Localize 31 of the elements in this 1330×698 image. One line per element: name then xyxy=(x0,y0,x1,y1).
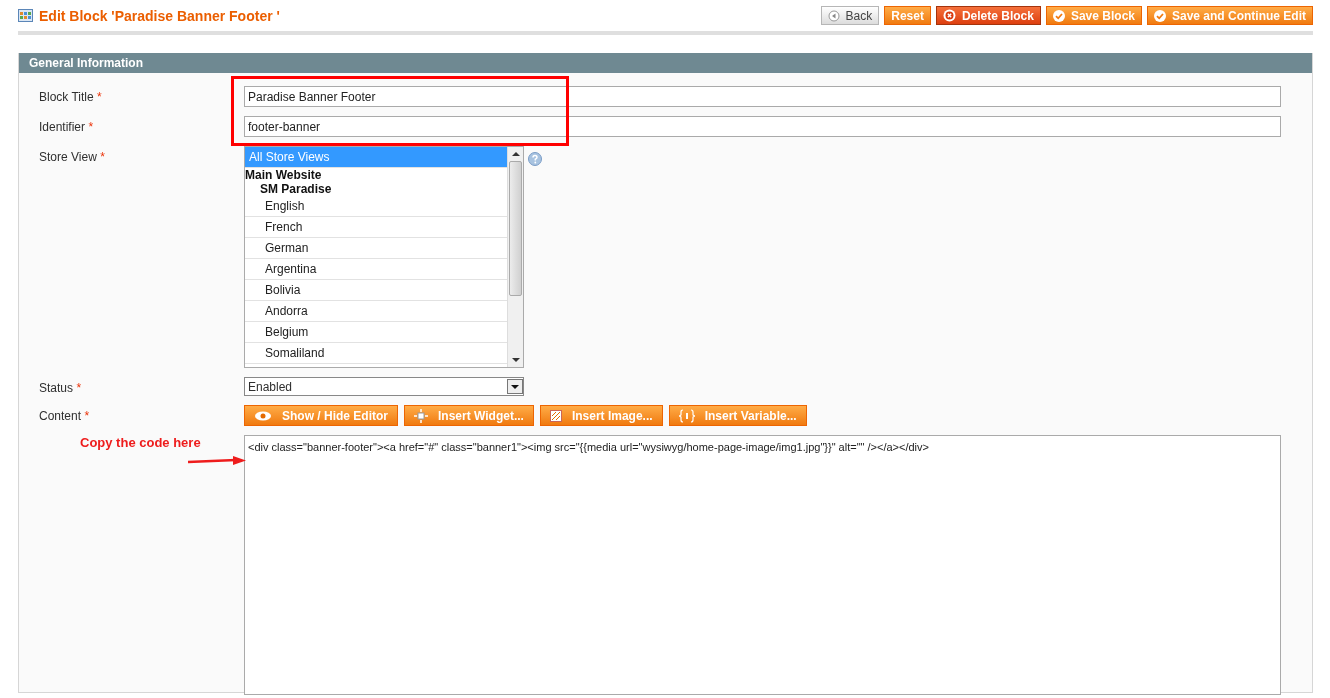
grid-icon xyxy=(18,9,33,22)
delete-icon xyxy=(942,9,956,22)
field-label: Status * xyxy=(39,380,83,395)
page-title: Edit Block 'Paradise Banner Footer ' xyxy=(39,7,280,24)
content-editor[interactable]: <div class="banner-footer"><a href="#" class="banner1"><img src="{{media url="wysiwyg/home-page-image/img1.jpg"}}" alt="" /></a></div> xyxy=(244,435,1281,695)
annotation-note: Copy the code here xyxy=(80,435,201,450)
option-group-label: Main Website xyxy=(245,168,323,182)
action-button[interactable]: Delete Block xyxy=(935,6,1041,25)
help-icon[interactable] xyxy=(528,152,542,166)
eye-icon xyxy=(254,410,272,421)
section-header: General Information xyxy=(19,53,1312,73)
status-select[interactable]: Enabled xyxy=(244,377,524,396)
checkmark-icon xyxy=(1154,9,1166,22)
field-label: Identifier * xyxy=(39,119,95,134)
widget-icon xyxy=(414,408,428,423)
field-label: Content * xyxy=(39,408,91,423)
title-input[interactable]: Paradise Banner Footer xyxy=(244,86,1281,107)
variable-icon xyxy=(678,408,695,423)
field-label: Store View * xyxy=(39,149,106,164)
scrollbar[interactable] xyxy=(507,147,523,367)
field-label: Block Title * xyxy=(39,89,103,104)
scroll-up-icon[interactable] xyxy=(511,151,520,157)
store-view-list[interactable]: All Store Views Main Website SM Paradise English French German Argentina Bolivia Andorra Belgium Somaliland xyxy=(244,146,524,368)
pointer-arrow xyxy=(188,456,246,466)
image-icon xyxy=(549,409,562,422)
dropdown-icon xyxy=(507,379,523,394)
scroll-down-icon[interactable] xyxy=(511,357,520,363)
identifier-input[interactable]: footer-banner xyxy=(244,116,1281,137)
option-group-label: SM Paradise xyxy=(259,182,333,196)
checkmark-icon xyxy=(1052,9,1065,22)
action-button[interactable]: Back xyxy=(820,6,880,25)
